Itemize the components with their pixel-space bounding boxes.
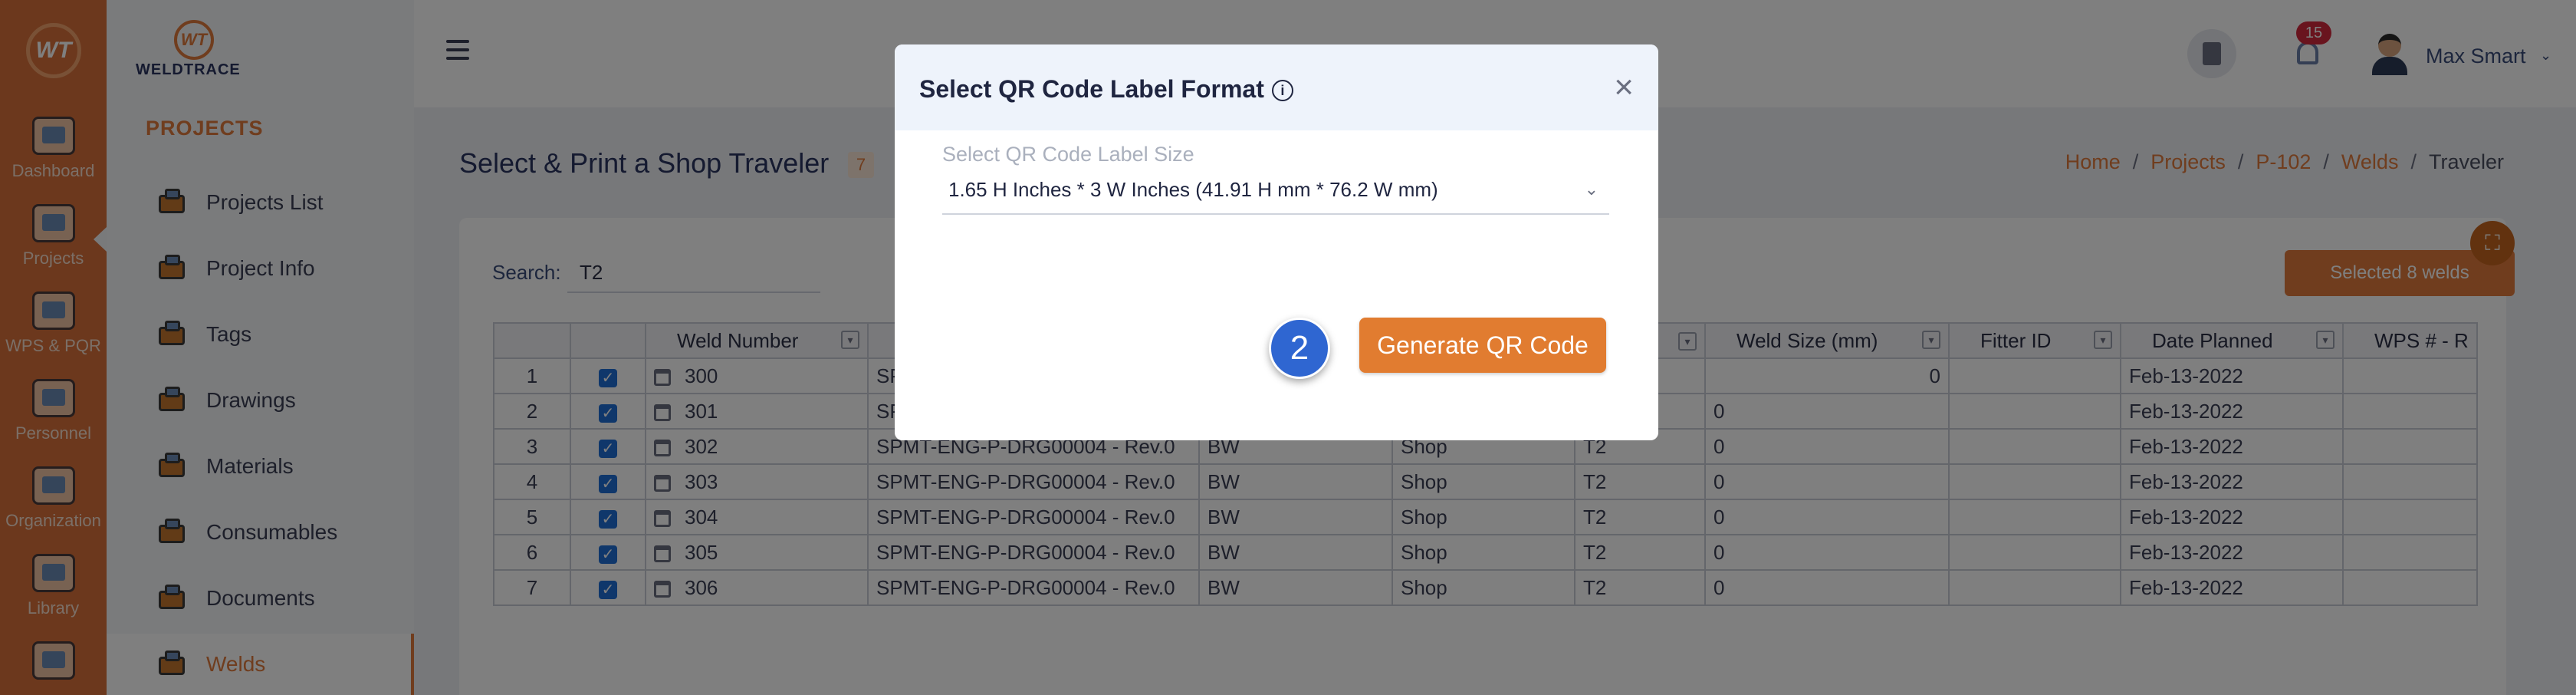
generate-qr-code-button[interactable]: Generate QR Code <box>1359 318 1606 373</box>
modal-title-text: Select QR Code Label Format <box>919 75 1264 103</box>
label-size-selected-value: 1.65 H Inches * 3 W Inches (41.91 H mm *… <box>948 178 1438 201</box>
qr-label-format-modal: Select QR Code Label Format i × Select QR… <box>895 44 1658 440</box>
modal-title: Select QR Code Label Format i <box>919 75 1293 104</box>
info-icon[interactable]: i <box>1271 80 1293 101</box>
chevron-down-icon[interactable]: ⌄ <box>1585 180 1598 199</box>
close-icon[interactable]: × <box>1614 71 1634 104</box>
modal-header: Select QR Code Label Format i × <box>895 44 1658 130</box>
label-size-select[interactable]: 1.65 H Inches * 3 W Inches (41.91 H mm *… <box>942 172 1609 215</box>
label-size-field-label: Select QR Code Label Size <box>942 143 1194 166</box>
step-number-badge: 2 <box>1269 318 1330 379</box>
